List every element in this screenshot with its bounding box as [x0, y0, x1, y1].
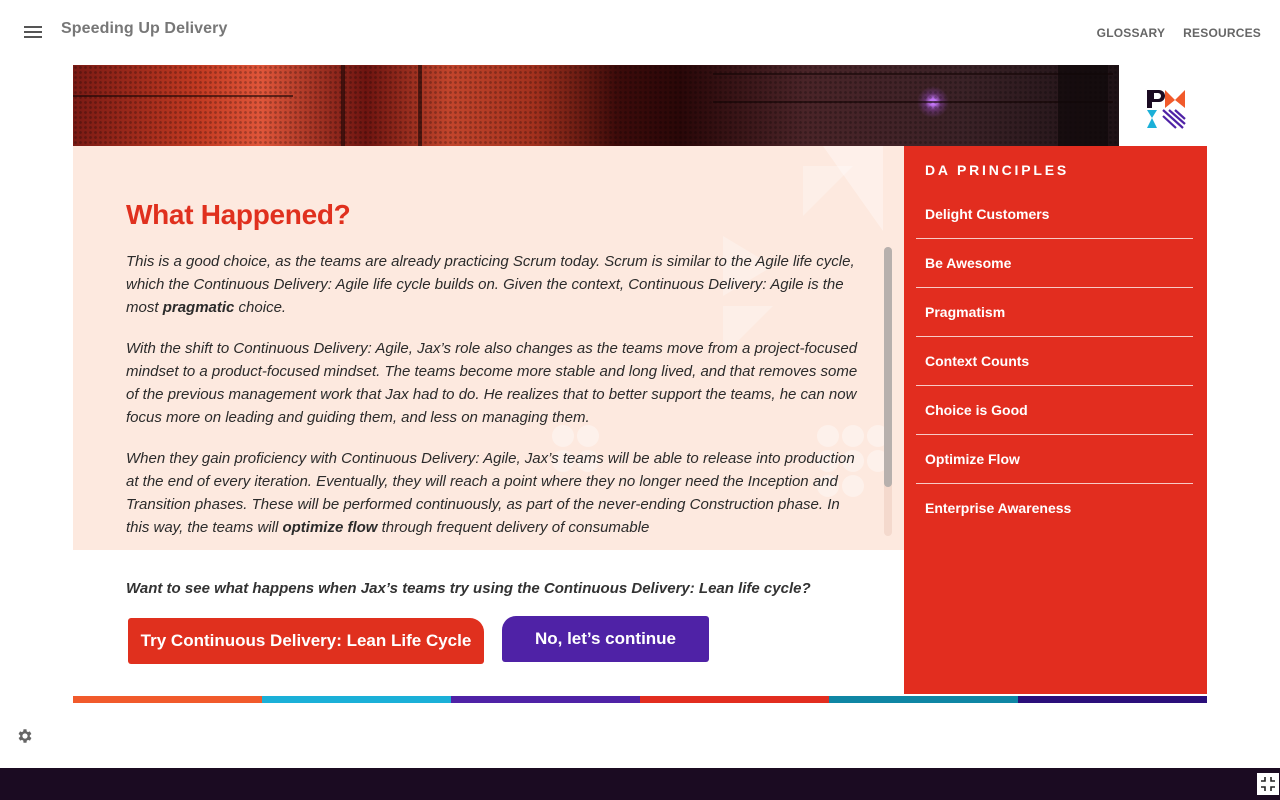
principle-item-context-counts[interactable]: Context Counts: [916, 337, 1193, 386]
principle-item-enterprise-awareness[interactable]: Enterprise Awareness: [916, 484, 1193, 533]
principle-label[interactable]: Be Awesome: [916, 239, 1193, 271]
principle-item-be-awesome[interactable]: Be Awesome: [916, 239, 1193, 288]
paragraph: With the shift to Continuous Delivery: A…: [126, 340, 858, 426]
principle-label[interactable]: Delight Customers: [916, 190, 1193, 222]
nav-glossary-link[interactable]: GLOSSARY: [1097, 26, 1166, 40]
principles-list: Delight Customers Be Awesome Pragmatism …: [916, 190, 1193, 533]
scrollbar-thumb[interactable]: [884, 247, 892, 487]
principle-label[interactable]: Context Counts: [916, 337, 1193, 369]
color-segment: [262, 696, 451, 703]
watermark-shape: [803, 146, 883, 231]
pmi-logo: [1147, 90, 1186, 129]
principle-item-choice-is-good[interactable]: Choice is Good: [916, 386, 1193, 435]
app-title: Speeding Up Delivery: [61, 20, 228, 37]
top-nav: GLOSSARY RESOURCES: [1097, 26, 1261, 40]
nav-resources-link[interactable]: RESOURCES: [1183, 26, 1261, 40]
top-bar: Speeding Up Delivery GLOSSARY RESOURCES: [0, 0, 1280, 64]
principle-item-pragmatism[interactable]: Pragmatism: [916, 288, 1193, 337]
principle-item-optimize-flow[interactable]: Optimize Flow: [916, 435, 1193, 484]
hero-banner-image: [73, 65, 1119, 146]
exit-fullscreen-icon[interactable]: [1257, 773, 1279, 795]
footer-bar: [0, 768, 1280, 800]
paragraph-text: choice.: [234, 299, 287, 316]
page-title: What Happened?: [126, 199, 351, 230]
principle-label[interactable]: Optimize Flow: [916, 435, 1193, 467]
question-text: Want to see what happens when Jax’s team…: [126, 580, 811, 597]
emphasis-text: pragmatic: [162, 299, 235, 316]
decorative-color-bar: [73, 696, 1207, 703]
color-segment: [829, 696, 1018, 703]
color-segment: [73, 696, 262, 703]
color-segment: [451, 696, 640, 703]
principle-label[interactable]: Enterprise Awareness: [916, 484, 1193, 516]
feedback-text-area[interactable]: This is a good choice, as the teams are …: [126, 250, 861, 550]
principle-label[interactable]: Choice is Good: [916, 386, 1193, 418]
try-lean-life-cycle-button[interactable]: Try Continuous Delivery: Lean Life Cycle: [128, 618, 484, 664]
principle-item-delight-customers[interactable]: Delight Customers: [916, 190, 1193, 239]
principles-sidebar: DA PRINCIPLES Delight Customers Be Aweso…: [904, 146, 1207, 694]
content-panel: What Happened? This is a good choice, as…: [73, 146, 904, 550]
color-segment: [640, 696, 829, 703]
scrollbar[interactable]: [884, 247, 892, 536]
principle-label[interactable]: Pragmatism: [916, 288, 1193, 320]
principles-title: DA PRINCIPLES: [925, 162, 1070, 178]
hamburger-menu-icon[interactable]: [24, 26, 42, 38]
continue-button[interactable]: No, let’s continue: [502, 616, 709, 662]
paragraph-text: through frequent delivery of consumable: [377, 519, 650, 536]
paragraph: When they gain proficiency with Continuo…: [126, 447, 861, 539]
emphasis-text: optimize flow: [282, 519, 378, 536]
gear-icon[interactable]: [16, 727, 34, 745]
color-segment: [1018, 696, 1207, 703]
paragraph: This is a good choice, as the teams are …: [126, 250, 861, 319]
